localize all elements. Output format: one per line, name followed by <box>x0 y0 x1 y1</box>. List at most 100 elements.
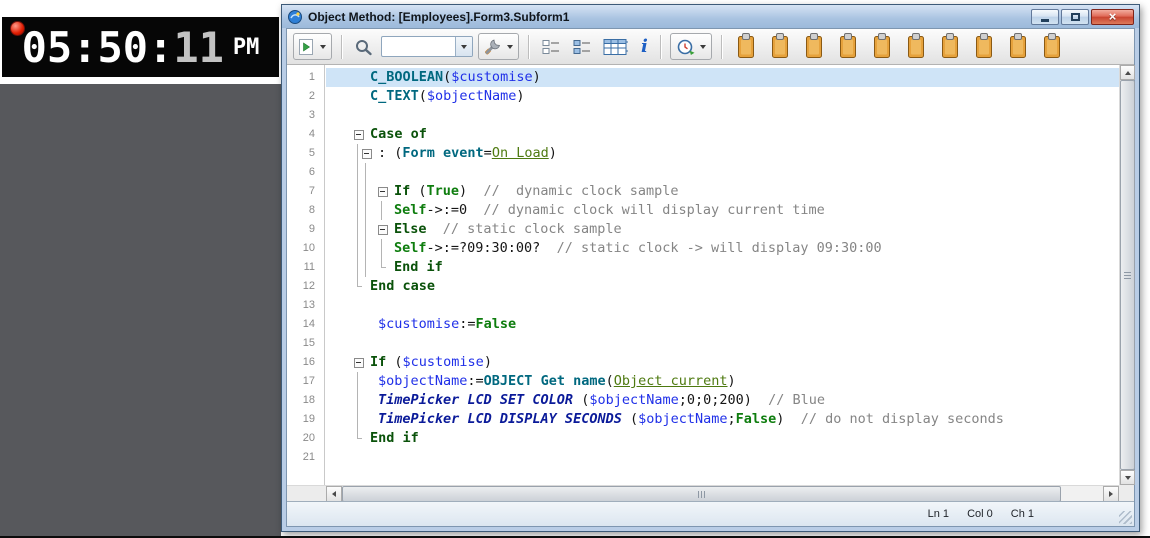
code-line-13[interactable] <box>326 296 1119 315</box>
code-line-6[interactable] <box>326 163 1119 182</box>
clock-icon <box>676 38 696 56</box>
run-icon <box>299 39 316 55</box>
clipboard-icon[interactable] <box>1005 33 1031 60</box>
search-input[interactable] <box>382 37 455 56</box>
horizontal-scroll-track[interactable] <box>342 486 1103 501</box>
code-line-16[interactable]: If ($customise) <box>326 353 1119 372</box>
code-line-10[interactable]: Self->:=?09:30:00? // static clock -> wi… <box>326 239 1119 258</box>
code-line-3[interactable] <box>326 106 1119 125</box>
collapse-blocks-icon[interactable] <box>569 33 595 60</box>
clipboard-icon[interactable] <box>767 33 793 60</box>
code-line-15[interactable] <box>326 334 1119 353</box>
clipboard-icon[interactable] <box>937 33 963 60</box>
information-icon[interactable]: i <box>638 33 651 60</box>
line-number: 3 <box>287 106 324 125</box>
clipboard-icon[interactable] <box>971 33 997 60</box>
indent-guide <box>370 372 378 391</box>
clipboard-icon[interactable] <box>835 33 861 60</box>
maximize-button[interactable] <box>1061 9 1089 25</box>
table-grid-icon[interactable] <box>600 33 633 60</box>
code-line-7[interactable]: If (True) // dynamic clock sample <box>326 182 1119 201</box>
code-token: OBJECT Get name <box>484 373 606 389</box>
indent-guide <box>370 182 378 201</box>
toolbar-separator <box>660 35 661 59</box>
chevron-down-icon <box>320 45 326 49</box>
minimize-button[interactable] <box>1031 9 1059 25</box>
code-line-21[interactable] <box>326 448 1119 467</box>
code-line-9[interactable]: Else // static clock sample <box>326 220 1119 239</box>
vertical-scroll-track[interactable] <box>1120 80 1134 470</box>
fold-toggle-icon[interactable] <box>378 220 386 239</box>
toolbar-separator <box>341 35 342 59</box>
code-token: If <box>394 183 410 199</box>
indent-guide <box>370 391 378 410</box>
code-token: Else <box>394 221 427 237</box>
tools-button[interactable] <box>478 33 519 60</box>
vertical-scrollbar[interactable] <box>1119 65 1134 485</box>
fold-toggle-icon[interactable] <box>362 144 370 163</box>
horizontal-scrollbar[interactable] <box>326 485 1119 501</box>
indent-guide <box>370 410 378 429</box>
clipboard-icon[interactable] <box>1039 33 1065 60</box>
scroll-down-button[interactable] <box>1120 470 1135 485</box>
code-lines[interactable]: C_BOOLEAN($customise)C_TEXT($objectName)… <box>326 65 1119 485</box>
combo-dropdown-button[interactable] <box>455 37 472 56</box>
line-number: 4 <box>287 125 324 144</box>
vertical-scroll-thumb[interactable] <box>1120 80 1135 470</box>
code-line-12[interactable]: End case <box>326 277 1119 296</box>
code-token: Object current <box>614 373 728 389</box>
toolbar-separator <box>721 35 722 59</box>
clipboard-group <box>733 33 1065 60</box>
clipboard-icon[interactable] <box>733 33 759 60</box>
indent-guide <box>362 258 370 277</box>
line-number: 5 <box>287 144 324 163</box>
fold-toggle-icon[interactable] <box>378 182 386 201</box>
window-title: Object Method: [Employees].Form3.Subform… <box>308 10 1026 24</box>
clipboard-icon[interactable] <box>801 33 827 60</box>
code-line-20[interactable]: End if <box>326 429 1119 448</box>
close-button[interactable]: × <box>1091 9 1134 25</box>
code-line-1[interactable]: C_BOOLEAN($customise) <box>326 68 1119 87</box>
code-token: := <box>459 316 475 332</box>
line-number: 11 <box>287 258 324 277</box>
titlebar[interactable]: Object Method: [Employees].Form3.Subform… <box>282 5 1139 28</box>
scroll-right-button[interactable] <box>1103 486 1119 502</box>
search-combobox[interactable] <box>381 36 473 57</box>
form-background-panel <box>0 84 281 538</box>
macros-clock-button[interactable] <box>670 33 712 60</box>
close-icon: × <box>1109 10 1117 23</box>
fold-toggle-icon[interactable] <box>354 125 362 144</box>
horizontal-scroll-thumb[interactable] <box>342 486 1061 502</box>
clipboard-icon[interactable] <box>903 33 929 60</box>
code-token: ; <box>728 411 736 427</box>
code-line-4[interactable]: Case of <box>326 125 1119 144</box>
code-line-18[interactable]: TimePicker LCD SET COLOR ($objectName;0;… <box>326 391 1119 410</box>
execute-method-button[interactable] <box>293 33 332 60</box>
arrow-down-icon <box>1125 476 1131 480</box>
line-number: 21 <box>287 448 324 467</box>
indent-guide <box>354 201 362 220</box>
code-line-19[interactable]: TimePicker LCD DISPLAY SECONDS ($objectN… <box>326 410 1119 429</box>
code-line-11[interactable]: End if <box>326 258 1119 277</box>
indent-guide <box>386 220 394 239</box>
code-line-14[interactable]: $customise:=False <box>326 315 1119 334</box>
resize-grip[interactable] <box>1119 511 1132 524</box>
code-line-17[interactable]: $objectName:=OBJECT Get name(Object curr… <box>326 372 1119 391</box>
code-line-5[interactable]: : (Form event=On Load) <box>326 144 1119 163</box>
indent-guide <box>362 87 370 106</box>
code-token: ( <box>419 88 427 104</box>
lcd-clock-widget: 05:50:11PM <box>2 17 279 77</box>
fold-toggle-icon[interactable] <box>354 353 362 372</box>
code-line-2[interactable]: C_TEXT($objectName) <box>326 87 1119 106</box>
scroll-up-button[interactable] <box>1120 65 1135 80</box>
code-token: Case of <box>370 126 427 142</box>
method-editor-window: Object Method: [Employees].Form3.Subform… <box>281 4 1140 532</box>
scroll-left-button[interactable] <box>326 486 342 502</box>
code-line-8[interactable]: Self->:=0 // dynamic clock will display … <box>326 201 1119 220</box>
expand-blocks-icon[interactable] <box>538 33 564 60</box>
indent-guide <box>362 239 370 258</box>
clipboard-icon[interactable] <box>869 33 895 60</box>
indent-guide <box>386 258 394 277</box>
code-token: // do not display seconds <box>784 411 1003 427</box>
search-icon[interactable] <box>351 33 376 60</box>
